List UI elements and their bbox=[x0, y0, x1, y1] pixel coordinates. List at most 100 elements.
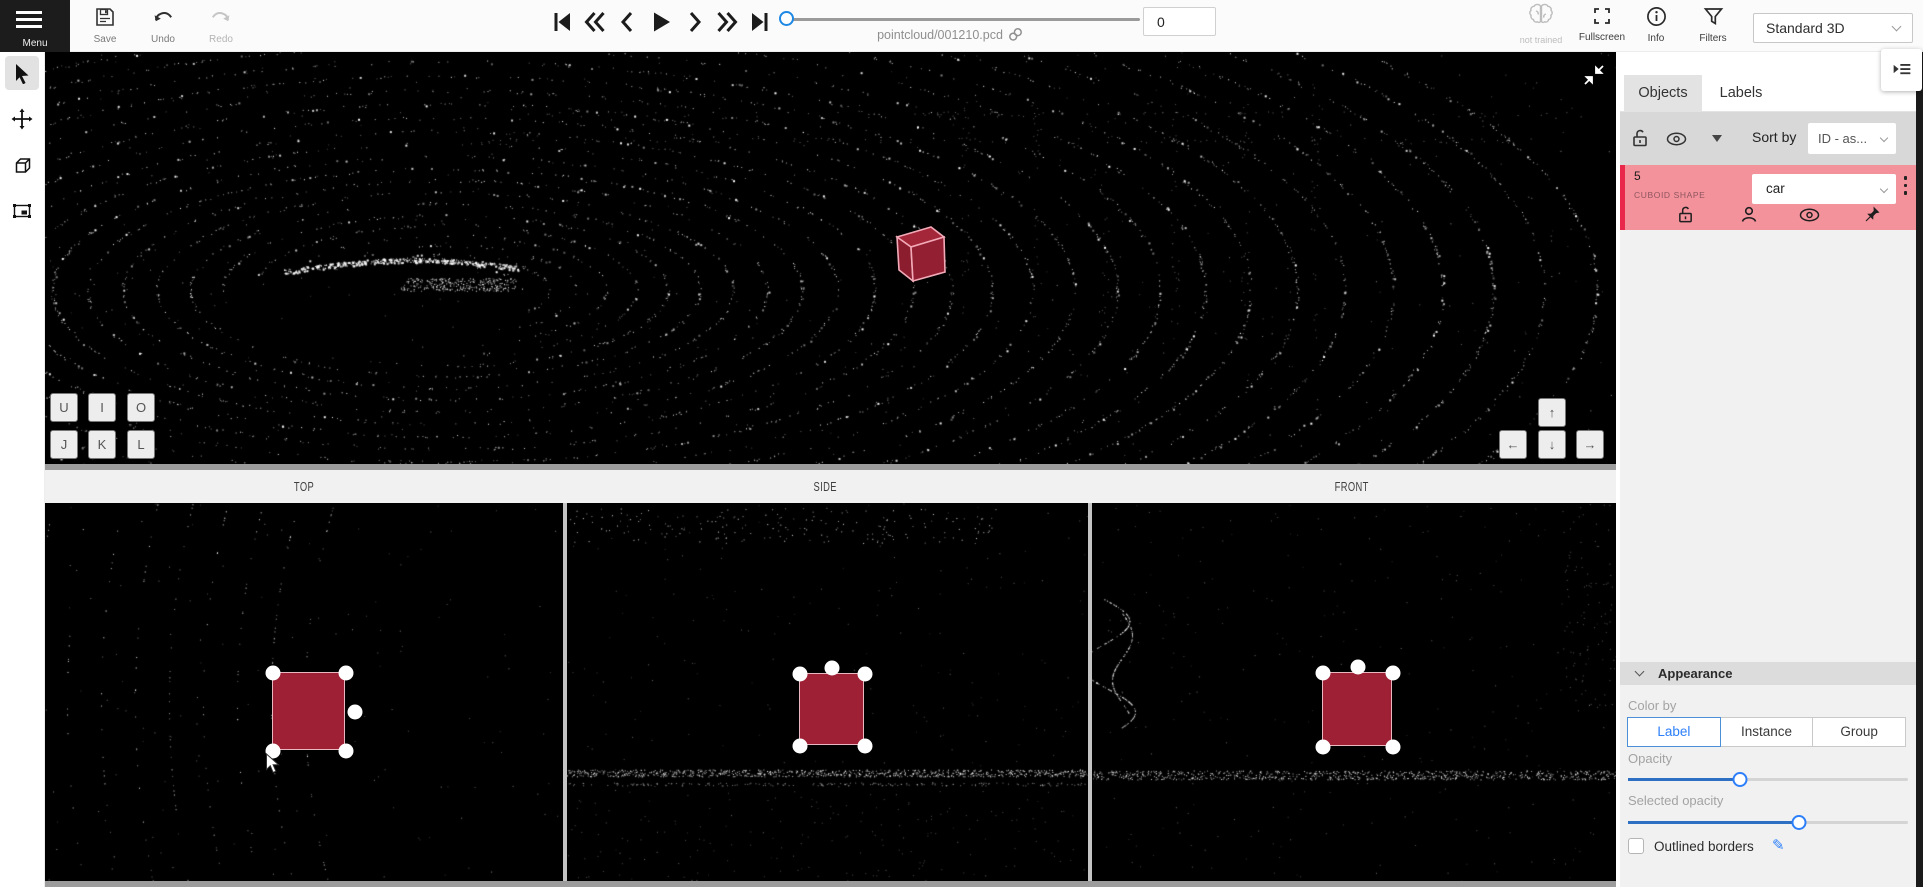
collapse-panel-button[interactable] bbox=[1881, 49, 1922, 91]
resize-handle[interactable] bbox=[1316, 666, 1331, 681]
previous-frame-button[interactable] bbox=[616, 10, 640, 34]
object-visibility-icon[interactable] bbox=[1799, 208, 1820, 222]
edit-color-icon[interactable]: ✎ bbox=[1772, 836, 1785, 854]
ortho-label-band: TOP SIDE FRONT bbox=[45, 470, 1616, 503]
color-by-option-label[interactable]: Label bbox=[1627, 717, 1721, 747]
cuboid-annotation-side[interactable] bbox=[799, 673, 864, 745]
resize-handle[interactable] bbox=[1316, 740, 1331, 755]
next-frame-button[interactable] bbox=[682, 10, 706, 34]
resize-handle[interactable] bbox=[793, 739, 808, 754]
outlined-borders-checkbox[interactable] bbox=[1628, 838, 1644, 854]
horizontal-divider[interactable] bbox=[45, 881, 1616, 887]
visibility-all-icon[interactable] bbox=[1666, 132, 1687, 146]
object-author-icon[interactable] bbox=[1740, 205, 1758, 223]
hotkey-j[interactable]: J bbox=[50, 430, 78, 459]
object-lock-icon[interactable] bbox=[1677, 205, 1694, 224]
save-button[interactable]: Save bbox=[78, 2, 132, 50]
hotkey-o[interactable]: O bbox=[127, 393, 155, 422]
undo-button[interactable]: Undo bbox=[136, 2, 190, 50]
object-pin-icon[interactable] bbox=[1863, 205, 1881, 223]
menu-label: Menu bbox=[0, 38, 70, 49]
collapse-view-icon[interactable] bbox=[1581, 62, 1607, 88]
resize-handle[interactable] bbox=[339, 666, 354, 681]
pointcloud-canvas-main[interactable] bbox=[45, 52, 1616, 464]
cuboid-annotation-3d[interactable] bbox=[888, 220, 946, 284]
frame-slider-track[interactable] bbox=[786, 18, 1140, 21]
fullscreen-button[interactable]: Fullscreen bbox=[1575, 2, 1629, 50]
outlined-borders-label: Outlined borders bbox=[1654, 839, 1754, 854]
filters-button[interactable]: Filters bbox=[1686, 2, 1740, 50]
redo-button[interactable]: Redo bbox=[194, 2, 248, 50]
object-class-select[interactable]: car bbox=[1752, 174, 1896, 204]
not-trained-label: not trained bbox=[1512, 35, 1570, 45]
hotkey-i[interactable]: I bbox=[88, 393, 116, 422]
frame-number-input[interactable] bbox=[1143, 7, 1216, 36]
tab-objects[interactable]: Objects bbox=[1624, 75, 1702, 112]
front-view-panel[interactable] bbox=[1092, 503, 1616, 881]
resize-handle[interactable] bbox=[858, 667, 873, 682]
cuboid-annotation-top[interactable] bbox=[272, 672, 345, 750]
view-mode-value: Standard 3D bbox=[1766, 20, 1845, 36]
hotkey-k[interactable]: K bbox=[88, 430, 116, 459]
object-list-item[interactable]: 5 CUBOID SHAPE car bbox=[1620, 165, 1916, 230]
image-annotation-tool-button[interactable] bbox=[5, 194, 39, 228]
link-icon[interactable] bbox=[1008, 27, 1023, 42]
undo-label: Undo bbox=[136, 34, 190, 45]
file-name: pointcloud/001210.pcd bbox=[830, 27, 1070, 42]
side-view-panel[interactable] bbox=[567, 503, 1088, 881]
sort-select[interactable]: ID - as... bbox=[1808, 123, 1896, 154]
chevron-down-icon bbox=[1635, 667, 1645, 677]
pan-right-button[interactable]: → bbox=[1576, 430, 1604, 459]
top-view-panel[interactable] bbox=[45, 503, 563, 881]
skip-to-end-button[interactable] bbox=[748, 10, 772, 34]
opacity-slider-handle[interactable] bbox=[1733, 772, 1748, 787]
rotate-handle[interactable] bbox=[825, 661, 840, 676]
not-trained-indicator[interactable]: not trained bbox=[1512, 2, 1570, 50]
resize-handle[interactable] bbox=[1386, 740, 1401, 755]
image-bbox-icon bbox=[11, 200, 33, 222]
resize-handle[interactable] bbox=[793, 667, 808, 682]
resize-handle[interactable] bbox=[266, 666, 281, 681]
pan-down-button[interactable]: ↓ bbox=[1538, 430, 1566, 459]
resize-handle[interactable] bbox=[1386, 666, 1401, 681]
hotkey-u[interactable]: U bbox=[50, 393, 78, 422]
resize-handle[interactable] bbox=[339, 744, 354, 759]
pan-left-button[interactable]: ← bbox=[1499, 430, 1527, 459]
rotate-handle[interactable] bbox=[1351, 660, 1366, 675]
play-button[interactable] bbox=[649, 10, 673, 34]
move-tool-button[interactable] bbox=[5, 102, 39, 136]
color-by-segmented-control: Label Instance Group bbox=[1628, 717, 1906, 747]
cuboid-annotation-front[interactable] bbox=[1322, 672, 1392, 746]
main-3d-viewport[interactable]: U I O J K L ↑ ← ↓ → bbox=[45, 52, 1616, 464]
color-by-option-group[interactable]: Group bbox=[1812, 717, 1906, 747]
fast-rewind-button[interactable] bbox=[583, 10, 607, 34]
save-label: Save bbox=[78, 34, 132, 45]
fast-forward-button[interactable] bbox=[715, 10, 739, 34]
color-by-option-instance[interactable]: Instance bbox=[1720, 717, 1814, 747]
info-button[interactable]: Info bbox=[1633, 2, 1679, 50]
selected-opacity-slider[interactable] bbox=[1628, 821, 1908, 824]
hotkey-l[interactable]: L bbox=[127, 430, 155, 459]
skip-to-start-button[interactable] bbox=[550, 10, 574, 34]
selected-opacity-slider-handle[interactable] bbox=[1791, 815, 1806, 830]
opacity-slider[interactable] bbox=[1628, 778, 1908, 781]
chevron-down-icon bbox=[1880, 185, 1888, 193]
tab-labels[interactable]: Labels bbox=[1706, 75, 1776, 112]
ortho-panels bbox=[45, 503, 1616, 881]
object-menu-button[interactable] bbox=[1904, 176, 1908, 199]
resize-handle[interactable] bbox=[858, 739, 873, 754]
collapse-panel-icon bbox=[1892, 60, 1912, 78]
rotate-handle[interactable] bbox=[348, 705, 363, 720]
sort-row: Sort by ID - as... bbox=[1620, 112, 1916, 165]
lock-all-icon[interactable] bbox=[1631, 128, 1649, 148]
cuboid-tool-button[interactable] bbox=[5, 149, 39, 183]
pan-up-button[interactable]: ↑ bbox=[1538, 398, 1566, 427]
opacity-slider-fill bbox=[1628, 778, 1740, 781]
menu-button[interactable]: Menu bbox=[0, 0, 70, 52]
select-tool-button[interactable] bbox=[5, 56, 39, 90]
appearance-section-header[interactable]: Appearance bbox=[1620, 662, 1916, 685]
expand-all-icon[interactable] bbox=[1712, 135, 1722, 142]
frame-slider-handle[interactable] bbox=[779, 11, 794, 26]
view-mode-select[interactable]: Standard 3D bbox=[1753, 13, 1913, 43]
appearance-title: Appearance bbox=[1658, 666, 1732, 681]
